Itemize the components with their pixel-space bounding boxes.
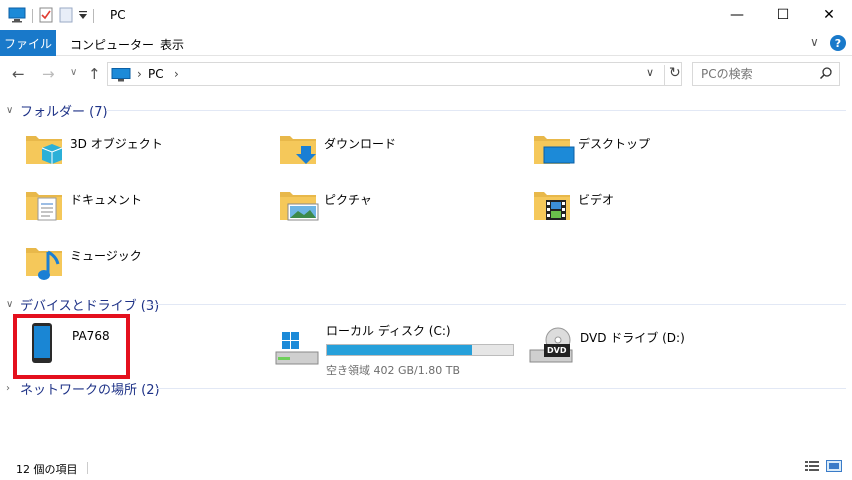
collapse-chevron-icon[interactable]: ∨ [6,299,20,310]
forward-button[interactable]: → [42,65,55,83]
pc-icon [111,68,131,85]
customize-toolbar-icon[interactable] [79,9,87,23]
group-divider [156,388,846,389]
help-icon[interactable]: ? [830,35,846,51]
tab-view[interactable]: 表示 [160,36,184,53]
folder-label: ダウンロード [324,137,397,151]
drive-usage-fill [327,345,473,355]
toolbar-separator [93,9,94,23]
dvd-logo-text: DVD [547,346,567,355]
up-button[interactable]: ↑ [88,65,101,83]
folder-label: デスクトップ [578,137,651,151]
group-header-folders[interactable]: ∨ フォルダー (7) [6,101,846,120]
device-label: ローカル ディスク (C:) [326,324,451,338]
folder-label: ドキュメント [70,193,143,207]
group-label: ネットワークの場所 (2) [20,382,160,398]
drive-usage-bar [326,344,514,356]
toolbar-separator [32,9,33,23]
desktop-folder-icon [532,128,576,171]
group-header-network[interactable]: › ネットワークの場所 (2) [6,379,846,398]
pc-window-icon [8,7,26,26]
downloads-folder-icon [278,128,318,171]
breadcrumb-separator[interactable]: › [174,67,179,81]
large-icons-view-icon[interactable] [826,460,842,475]
item-count: 12 個の項目 [16,463,78,476]
videos-folder-icon [532,184,572,227]
status-bar: 12 個の項目 [0,455,852,480]
new-folder-icon[interactable] [59,7,73,26]
drive-free-space: 空き領域 402 GB/1.80 TB [326,364,461,377]
group-label: デバイスとドライブ (3) [20,298,160,314]
collapse-chevron-icon[interactable]: ∨ [6,105,20,116]
folder-label: ビデオ [578,193,615,207]
tab-computer[interactable]: コンピューター [70,36,154,53]
search-box[interactable] [692,62,840,86]
maximize-button[interactable]: ☐ [760,0,806,30]
folder-label: ピクチャ [324,193,372,207]
breadcrumb-separator[interactable]: › [137,67,142,81]
status-separator [87,462,88,474]
selection-highlight [13,314,130,379]
address-dropdown-button[interactable]: ∨ [646,66,654,79]
search-input[interactable] [693,63,813,85]
title-bar: PC — ☐ ✕ [0,0,852,30]
address-bar[interactable]: › PC › ∨ ↻ [107,62,682,86]
local-disk-icon [274,330,320,369]
dvd-drive-icon: DVD [528,326,574,369]
minimize-button[interactable]: — [714,0,760,30]
expand-ribbon-icon[interactable]: ∨ [810,35,819,49]
expand-chevron-icon[interactable]: › [6,383,20,394]
quick-access-toolbar [8,7,94,25]
tab-file[interactable]: ファイル [0,30,56,56]
device-label: DVD ドライブ (D:) [580,331,685,345]
group-divider [106,110,846,111]
3d-objects-folder-icon [24,128,64,171]
folder-label: 3D オブジェクト [70,137,163,151]
close-button[interactable]: ✕ [806,0,852,30]
search-icon[interactable] [819,66,833,83]
refresh-button[interactable]: ↻ [664,65,681,85]
group-label: フォルダー (7) [20,104,108,120]
details-view-icon[interactable] [805,460,819,475]
navigation-bar: ← → ∨ ↑ › PC › ∨ ↻ [0,57,852,91]
back-button[interactable]: ← [12,65,25,83]
recent-locations-button[interactable]: ∨ [70,67,77,78]
pictures-folder-icon [278,184,322,227]
window-title: PC [110,8,126,22]
ribbon-tabs: ファイル コンピューター 表示 ∨ ? [0,30,852,56]
documents-folder-icon [24,184,64,227]
breadcrumb-pc[interactable]: PC [148,67,164,81]
group-divider [146,304,846,305]
group-header-devices[interactable]: ∨ デバイスとドライブ (3) [6,295,846,314]
properties-icon[interactable] [39,7,53,26]
music-folder-icon [24,240,64,287]
folder-label: ミュージック [70,249,142,263]
